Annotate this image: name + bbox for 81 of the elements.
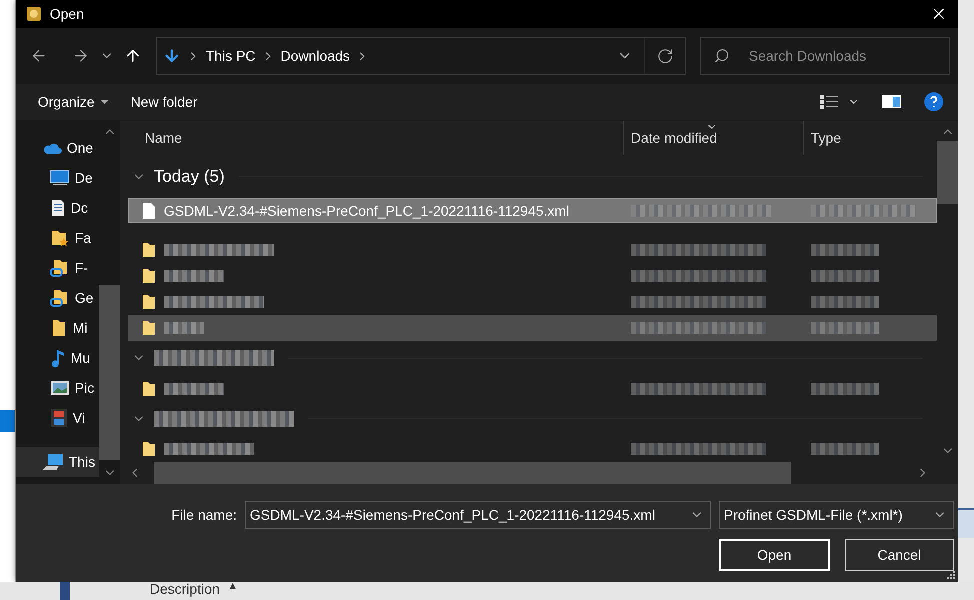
document-icon (50, 199, 66, 217)
redacted-text (811, 244, 879, 256)
column-header[interactable]: Date modified (623, 121, 803, 156)
organize-menu[interactable]: Organize (38, 94, 111, 110)
help-button[interactable] (924, 92, 944, 112)
navigation-label: Dc (71, 200, 88, 216)
navigation-item[interactable]: Pic (16, 373, 99, 403)
navigation-label: De (75, 170, 93, 186)
computer-icon (42, 453, 64, 471)
redacted-text (164, 322, 204, 334)
group-heading[interactable]: Today (5) (154, 166, 225, 186)
pictures-icon (50, 380, 70, 396)
scrollbar-thumb[interactable] (937, 141, 958, 204)
cancel-button[interactable]: Cancel (845, 539, 954, 571)
navigation-label: Pic (75, 380, 94, 396)
up-button[interactable] (124, 47, 142, 65)
search-icon (714, 48, 730, 64)
linkfolder-icon (50, 259, 70, 277)
navigation-label: Vi (73, 410, 86, 426)
navigation-label: This (69, 454, 96, 470)
redacted-text (811, 322, 879, 334)
file-type-dropdown[interactable]: Profinet GSDML-File (*.xml*) (719, 501, 954, 529)
navigation-item[interactable]: Mi (16, 313, 99, 343)
navigation-label: Mi (73, 320, 88, 336)
navigation-item[interactable]: Fa (16, 223, 99, 253)
file-name: GSDML-V2.34-#Siemens-PreConf_PLC_1-20221116-112945.xml (164, 202, 570, 219)
redacted-text (811, 270, 879, 282)
file-row[interactable]: GSDML-V2.34-#Siemens-PreConf_PLC_1-20221116-112945.xml (128, 198, 937, 224)
navigation-label: Ge (75, 290, 94, 306)
cloud-icon (42, 141, 62, 155)
navigation-item[interactable]: De (16, 163, 99, 193)
search-field[interactable]: Search Downloads (700, 37, 950, 75)
breadcrumb[interactable]: Downloads (280, 48, 350, 64)
redacted-text (811, 442, 879, 455)
navigation-label: F- (75, 260, 88, 276)
scrollbar-thumb[interactable] (154, 462, 791, 484)
file-name-field[interactable]: GSDML-V2.34-#Siemens-PreConf_PLC_1-20221116-112945.xml (245, 501, 711, 529)
linkfolder-icon (50, 289, 70, 307)
desktop-icon (50, 170, 70, 186)
open-button[interactable]: Open (719, 539, 830, 571)
scrollbar-thumb[interactable] (99, 285, 120, 460)
navigation-item[interactable]: Mu (16, 343, 99, 373)
new-folder-button[interactable]: New folder (130, 94, 198, 110)
favorites-icon (50, 229, 70, 247)
folder-icon (142, 440, 156, 457)
refresh-icon (656, 48, 674, 64)
redacted-text (811, 382, 879, 395)
redacted-text (164, 382, 224, 395)
redacted-text (164, 270, 224, 282)
document-icon (142, 202, 156, 220)
folder-icon (142, 380, 156, 397)
folder-icon (142, 320, 156, 336)
sort-caret: ▲ (228, 582, 238, 593)
redacted-text (811, 296, 879, 308)
navigation-item[interactable]: Dc (16, 193, 99, 223)
navigation-item[interactable]: This (16, 447, 99, 477)
preview-pane-button[interactable] (882, 95, 902, 109)
view-options-button[interactable] (820, 95, 860, 109)
folder-icon (142, 294, 156, 310)
navigation-label: Fa (75, 230, 92, 246)
background-window-edge (60, 582, 70, 600)
resize-grip-icon[interactable] (946, 570, 956, 580)
column-header[interactable]: Name (128, 121, 623, 156)
background-column-header: Description ▲ (150, 582, 238, 599)
navigation-label: One (67, 140, 94, 156)
videos-icon (50, 408, 68, 428)
folder-icon (50, 319, 68, 337)
window-title: Open (50, 6, 86, 22)
breadcrumb[interactable]: This PC (206, 48, 256, 64)
navigation-item[interactable]: One (16, 133, 99, 163)
navigation-item[interactable]: F- (16, 253, 99, 283)
navigation-label: Mu (71, 350, 90, 366)
address-bar[interactable]: This PC Downloads (156, 37, 686, 75)
folder-icon (142, 242, 156, 258)
folder-icon (142, 268, 156, 284)
app-icon (26, 6, 42, 22)
music-icon (50, 348, 66, 368)
file-name-label: File name: (170, 507, 237, 523)
navigation-item[interactable]: Vi (16, 403, 99, 433)
navigation-item[interactable]: Ge (16, 283, 99, 313)
downloads-icon (163, 47, 181, 65)
